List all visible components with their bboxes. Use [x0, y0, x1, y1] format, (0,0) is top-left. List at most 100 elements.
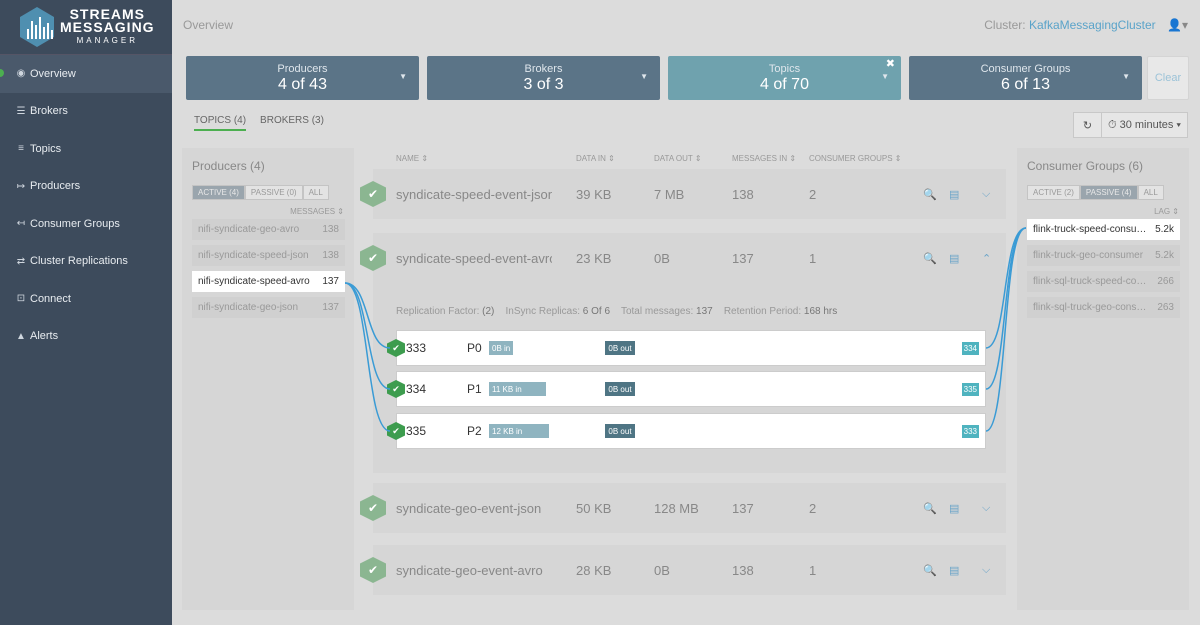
col-data-out[interactable]: DATA OUT ⇕	[654, 154, 702, 163]
sidebar-item-overview[interactable]: ◉ Overview	[0, 55, 172, 93]
partition-out-bar: 0B out	[605, 424, 635, 438]
profile-icon[interactable]: ▤	[949, 564, 959, 577]
check-icon: ✔	[387, 422, 405, 440]
replica-badge[interactable]: 333	[961, 424, 979, 438]
cluster-link[interactable]: KafkaMessagingCluster	[1029, 18, 1156, 32]
close-icon[interactable]: ✖	[886, 57, 895, 70]
sidebar-item-label: Producers	[30, 180, 81, 193]
col-messages-in[interactable]: MESSAGES IN ⇕	[732, 154, 796, 163]
consumer-group-item-selected[interactable]: flink-truck-speed-consumer 5.2k	[1027, 219, 1180, 240]
filter-passive[interactable]: PASSIVE (4)	[1079, 185, 1138, 200]
sidebar-item-consumer-groups[interactable]: ↤ Consumer Groups	[0, 205, 172, 243]
sidebar-item-alerts[interactable]: ▲ Alerts	[0, 318, 172, 356]
time-range-dropdown[interactable]: ⏱ 30 minutes ▾	[1102, 112, 1188, 138]
topic-name: syndicate-speed-event-json	[396, 186, 552, 202]
topic-data-in: 39 KB	[576, 186, 612, 202]
partition-row[interactable]: ✔ 334 P1 11 KB in 0B out 335	[387, 371, 986, 407]
filter-active[interactable]: ACTIVE (4)	[192, 185, 245, 200]
consumer-group-item[interactable]: flink-truck-geo-consumer 5.2k	[1027, 245, 1180, 266]
lag-column-header[interactable]: LAG ⇕	[1017, 200, 1189, 216]
filter-all[interactable]: ALL	[302, 185, 329, 200]
logo-mark-icon	[20, 7, 54, 47]
topic-messages: 138	[732, 562, 754, 578]
filter-passive[interactable]: PASSIVE (0)	[244, 185, 303, 200]
topic-data-in: 28 KB	[576, 562, 612, 578]
chevron-down-icon[interactable]: ⌵	[982, 502, 990, 515]
consumer-group-item[interactable]: flink-sql-truck-speed-consumer 266	[1027, 271, 1180, 292]
col-consumer-groups[interactable]: CONSUMER GROUPS ⇕	[809, 154, 902, 163]
brokers-card[interactable]: Brokers 3 of 3 ▼	[427, 56, 660, 100]
logo-line-2: MESSAGING	[60, 18, 155, 35]
user-menu-icon[interactable]: 👤▾	[1167, 18, 1188, 32]
exchange-icon: ⇄	[16, 255, 26, 267]
producer-name: nifi-syndicate-geo-json	[198, 302, 299, 313]
consumer-group-item[interactable]: flink-sql-truck-geo-consumer 263	[1027, 297, 1180, 318]
tab-brokers[interactable]: BROKERS (3)	[260, 115, 324, 131]
logo[interactable]: STREAMS MESSAGING MANAGER	[0, 0, 172, 55]
sidebar-item-brokers[interactable]: ☰ Brokers	[0, 93, 172, 131]
replica-badge[interactable]: 335	[961, 382, 979, 396]
partition-row[interactable]: ✔ 335 P2 12 KB in 0B out 333	[387, 413, 986, 449]
check-icon: ✔	[360, 557, 386, 583]
search-icon[interactable]: 🔍	[923, 252, 937, 265]
sidebar-item-producers[interactable]: ↦ Producers	[0, 168, 172, 206]
search-icon[interactable]: 🔍	[923, 502, 937, 515]
producer-item[interactable]: nifi-syndicate-geo-json 137	[192, 297, 345, 318]
partition-in-bar: 12 KB in	[489, 424, 549, 438]
caret-down-icon[interactable]: ▼	[640, 72, 648, 81]
insync-label: InSync Replicas:	[505, 306, 580, 317]
sidebar-item-connect[interactable]: ⊡ Connect	[0, 280, 172, 318]
topic-details: ✔ syndicate-speed-event-avro 23 KB 0B 13…	[360, 233, 1006, 473]
chevron-down-icon[interactable]: ⌵	[982, 188, 990, 201]
tab-topics[interactable]: TOPICS (4)	[194, 115, 247, 131]
consumer-group-lag: 263	[1157, 302, 1174, 313]
chevron-down-icon[interactable]: ⌵	[982, 564, 990, 577]
topbar: Overview Cluster: KafkaMessagingCluster …	[172, 0, 1200, 50]
filter-all[interactable]: ALL	[1137, 185, 1164, 200]
topic-row[interactable]: ✔ syndicate-speed-event-json 39 KB 7 MB …	[360, 169, 1006, 219]
refresh-button[interactable]: ↻	[1073, 112, 1102, 138]
search-icon[interactable]: 🔍	[923, 188, 937, 201]
topic-name: syndicate-geo-event-avro	[396, 562, 543, 578]
consumer-groups-card[interactable]: Consumer Groups 6 of 13 ▼	[909, 56, 1142, 100]
clear-button[interactable]: Clear	[1147, 56, 1189, 100]
card-value: 4 of 43	[278, 76, 327, 93]
consumer-group-name: flink-sql-truck-speed-consumer	[1033, 276, 1148, 287]
producers-title: Producers (4)	[192, 159, 265, 173]
chevron-up-icon[interactable]: ⌃	[982, 252, 991, 265]
profile-icon[interactable]: ▤	[949, 188, 959, 201]
partition-row[interactable]: ✔ 333 P0 0B in 0B out 334	[387, 330, 986, 366]
search-icon[interactable]: 🔍	[923, 564, 937, 577]
total-label: Total messages:	[620, 306, 694, 317]
caret-down-icon[interactable]: ▼	[1122, 72, 1130, 81]
consumer-group-name: flink-truck-geo-consumer	[1033, 250, 1144, 261]
profile-icon[interactable]: ▤	[949, 252, 959, 265]
total-value: 137	[696, 306, 713, 317]
sidebar-item-cluster-replications[interactable]: ⇄ Cluster Replications	[0, 243, 172, 281]
topic-row[interactable]: ✔ syndicate-geo-event-avro 28 KB 0B 138 …	[360, 545, 1006, 595]
topic-data-out: 0B	[654, 562, 670, 578]
producer-item[interactable]: nifi-syndicate-geo-avro 138	[192, 219, 345, 240]
topic-row[interactable]: ✔ syndicate-geo-event-json 50 KB 128 MB …	[360, 483, 1006, 533]
col-name[interactable]: NAME ⇕	[396, 154, 428, 163]
caret-down-icon[interactable]: ▼	[399, 72, 407, 81]
topics-card[interactable]: ✖ Topics 4 of 70 ▼	[668, 56, 901, 100]
filter-active[interactable]: ACTIVE (2)	[1027, 185, 1080, 200]
col-data-in[interactable]: DATA IN ⇕	[576, 154, 615, 163]
profile-icon[interactable]: ▤	[949, 502, 959, 515]
replica-badge[interactable]: 334	[961, 341, 979, 355]
card-value: 3 of 3	[523, 76, 564, 93]
topic-groups: 1	[809, 250, 817, 266]
sidebar-item-topics[interactable]: ≡ Topics	[0, 130, 172, 168]
topic-messages: 137	[732, 250, 754, 266]
cluster-label: Cluster:	[984, 18, 1026, 32]
topic-row-expanded[interactable]: ✔ syndicate-speed-event-avro 23 KB 0B 13…	[360, 233, 1006, 283]
consumer-groups-title: Consumer Groups (6)	[1027, 159, 1144, 173]
producer-item-selected[interactable]: nifi-syndicate-speed-avro 137	[192, 271, 345, 292]
messages-column-header[interactable]: MESSAGES ⇕	[182, 200, 354, 216]
producer-item[interactable]: nifi-syndicate-speed-json 138	[192, 245, 345, 266]
caret-down-icon[interactable]: ▼	[881, 72, 889, 81]
producers-card[interactable]: Producers 4 of 43 ▼	[186, 56, 419, 100]
producer-name: nifi-syndicate-geo-avro	[198, 224, 300, 235]
sidebar-nav: ◉ Overview ☰ Brokers ≡ Topics ↦ Producers ↤ C…	[0, 55, 172, 355]
